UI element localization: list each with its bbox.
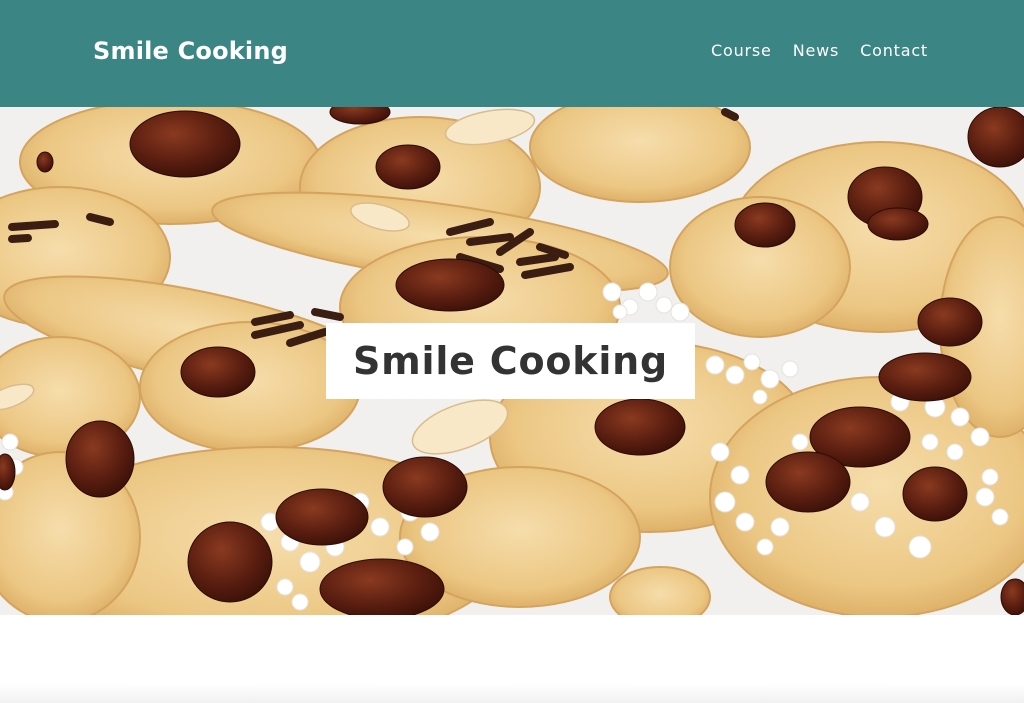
site-logo[interactable]: Smile Cooking	[93, 33, 288, 69]
site-header: Smile Cooking Course News Contact	[0, 0, 1024, 107]
nav-contact-link[interactable]: Contact	[860, 38, 928, 64]
nav-news-link[interactable]: News	[793, 38, 839, 64]
hero-title-box: Smile Cooking	[326, 323, 695, 399]
hero-section: Smile Cooking	[0, 107, 1024, 615]
nav-course-link[interactable]: Course	[711, 38, 772, 64]
main-nav: Course News Contact	[711, 38, 928, 64]
hero-title: Smile Cooking	[352, 339, 669, 383]
content-area-edge	[0, 683, 1024, 703]
